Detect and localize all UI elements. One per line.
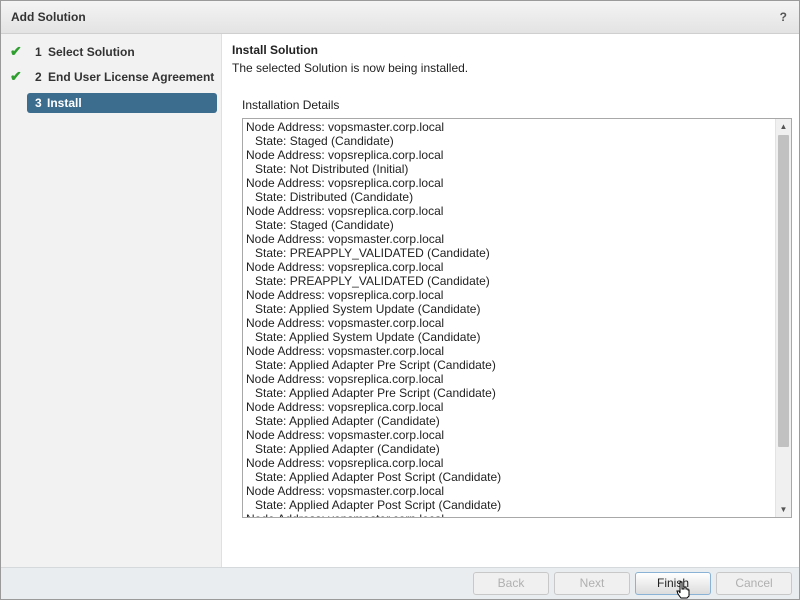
log-line: State: Applied Adapter Pre Script (Candi… — [255, 358, 496, 372]
log-line: Node Address: vopsreplica.corp.local — [246, 372, 444, 386]
step-label: Install — [47, 96, 82, 110]
step-number: 2 — [35, 70, 42, 84]
add-solution-dialog: Add Solution ? ✔ 1 Select Solution ✔ 2 E… — [0, 0, 800, 600]
log-line: State: Applied System Update (Candidate) — [255, 302, 481, 316]
log-line: State: PREAPPLY_VALIDATED (Candidate) — [255, 246, 490, 260]
log-line: Node Address: vopsreplica.corp.local — [246, 176, 444, 190]
help-icon[interactable]: ? — [780, 10, 787, 24]
log-line: Node Address: vopsreplica.corp.local — [246, 148, 444, 162]
scroll-down-icon[interactable]: ▼ — [776, 502, 791, 517]
installation-details-label: Installation Details — [242, 98, 340, 112]
cancel-button[interactable]: Cancel — [716, 572, 792, 595]
log-line: State: Staged (Candidate) — [255, 134, 394, 148]
log-line: Node Address: vopsreplica.corp.local — [246, 260, 444, 274]
log-line: Node Address: vopsmaster.corp.local — [246, 512, 771, 517]
log-line: State: PREAPPLY_VALIDATED (Candidate) — [255, 274, 490, 288]
finish-button[interactable]: Finish — [635, 572, 711, 595]
log-line: Node Address: vopsmaster.corp.local — [246, 232, 445, 246]
hand-cursor-icon — [676, 581, 690, 599]
vertical-scrollbar[interactable]: ▲ ▼ — [775, 119, 791, 517]
log-line: Node Address: vopsreplica.corp.local — [246, 288, 444, 302]
step-number: 1 — [35, 45, 42, 59]
log-line: Node Address: vopsreplica.corp.local — [246, 400, 444, 414]
installation-details-textarea[interactable]: Node Address: vopsmaster.corp.local State… — [242, 118, 792, 518]
scroll-thumb[interactable] — [778, 135, 789, 447]
log-line: State: Staged (Candidate) — [255, 218, 394, 232]
log-line: State: Not Distributed (Initial) — [255, 162, 409, 176]
page-title: Install Solution — [232, 43, 318, 57]
log-line: Node Address: vopsreplica.corp.local — [246, 456, 444, 470]
step-label: Select Solution — [48, 45, 135, 59]
page-subtitle: The selected Solution is now being insta… — [232, 61, 469, 75]
step-select-solution[interactable]: ✔ 1 Select Solution — [1, 42, 221, 62]
log-line: Node Address: vopsreplica.corp.local — [246, 204, 444, 218]
checkmark-icon: ✔ — [10, 68, 22, 84]
wizard-content: Install Solution The selected Solution i… — [222, 34, 799, 567]
step-eula[interactable]: ✔ 2 End User License Agreement — [1, 67, 221, 87]
next-button[interactable]: Next — [554, 572, 630, 595]
log-line: State: Distributed (Candidate) — [255, 190, 414, 204]
log-line: Node Address: vopsmaster.corp.local — [246, 428, 445, 442]
log-line: Node Address: vopsmaster.corp.local — [246, 484, 445, 498]
log-line: Node Address: vopsmaster.corp.local — [246, 344, 445, 358]
log-lines: Node Address: vopsmaster.corp.local State… — [246, 120, 771, 517]
log-line: State: Applied Adapter Pre Script (Candi… — [255, 386, 496, 400]
log-line: Node Address: vopsmaster.corp.local — [246, 316, 445, 330]
log-line: State: Applied Adapter Post Script (Cand… — [255, 470, 502, 484]
log-line: State: Applied Adapter (Candidate) — [255, 442, 440, 456]
back-button[interactable]: Back — [473, 572, 549, 595]
log-line: State: Applied Adapter (Candidate) — [255, 414, 440, 428]
checkmark-icon: ✔ — [10, 43, 22, 59]
log-line: State: Applied System Update (Candidate) — [255, 330, 481, 344]
log-line: Node Address: vopsmaster.corp.local — [246, 120, 445, 134]
dialog-title: Add Solution — [11, 10, 86, 24]
scroll-up-icon[interactable]: ▲ — [776, 119, 791, 134]
wizard-steps-sidebar: ✔ 1 Select Solution ✔ 2 End User License… — [1, 34, 222, 567]
log-line: State: Applied Adapter Post Script (Cand… — [255, 498, 502, 512]
dialog-titlebar: Add Solution ? — [1, 1, 799, 34]
step-install[interactable]: 3 Install — [27, 93, 217, 113]
step-label: End User License Agreement — [48, 70, 215, 84]
step-number: 3 — [35, 96, 42, 110]
